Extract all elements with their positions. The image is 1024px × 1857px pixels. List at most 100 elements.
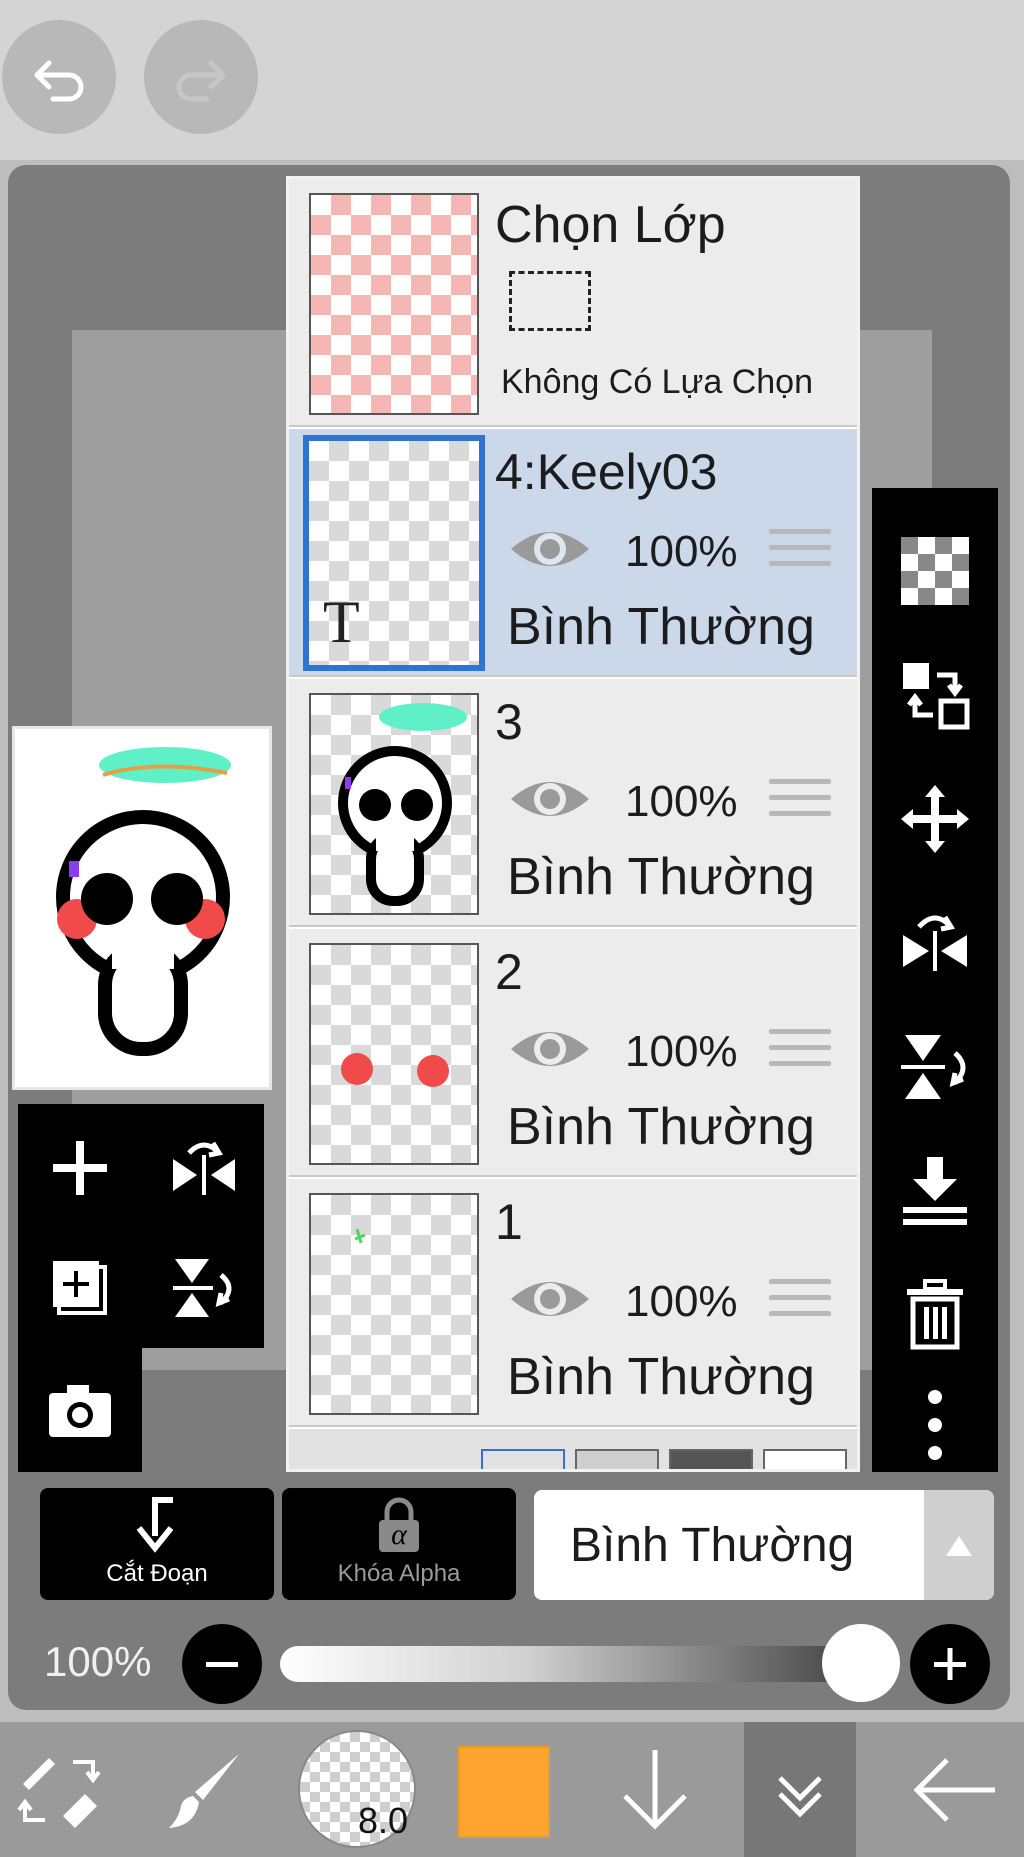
layer-name: 3 <box>495 694 523 750</box>
blend-mode-value: Bình Thường <box>570 1519 855 1572</box>
minus-icon <box>206 1662 238 1667</box>
alpha-lock-button[interactable]: α Khóa Alpha <box>282 1488 516 1600</box>
layers-menu-button[interactable] <box>744 1722 856 1857</box>
footer-tab[interactable] <box>763 1449 847 1469</box>
layer-2-drawing <box>341 1053 449 1087</box>
canvas-preview <box>12 726 272 1090</box>
layer-name: 4:Keely03 <box>495 444 718 500</box>
layer-thumbnail <box>309 1193 479 1415</box>
flip-horizontal-icon <box>903 915 967 971</box>
layer-opacity: 100% <box>625 527 738 576</box>
preview-drawing <box>56 747 231 1056</box>
opacity-label: 100% <box>44 1638 152 1685</box>
merge-down-button[interactable] <box>890 1146 980 1236</box>
footer-tab[interactable] <box>481 1449 565 1469</box>
brush-icon <box>169 1753 239 1828</box>
duplicate-layer-button[interactable] <box>30 1238 130 1338</box>
redo-button[interactable] <box>144 20 258 134</box>
clipping-button[interactable]: Cắt Đoạn <box>40 1488 274 1600</box>
alpha-glyph: α <box>391 1518 407 1551</box>
back-button[interactable] <box>896 1722 1014 1857</box>
layer-panel: Chọn Lớp Không Có Lựa Chọn T 4:Keely03 1… <box>286 176 860 1472</box>
undo-icon <box>34 60 84 102</box>
arrow-left-icon <box>913 1757 995 1822</box>
brush-size-button[interactable]: 8.0 <box>298 1730 416 1848</box>
arrow-down-icon <box>623 1749 687 1830</box>
undo-button[interactable] <box>2 20 116 134</box>
layer-opacity: 100% <box>625 1277 738 1326</box>
brush-eraser-swap-icon <box>17 1757 101 1828</box>
blend-mode-select[interactable]: Bình Thường <box>534 1490 994 1600</box>
layer-3-drawing <box>338 703 467 906</box>
add-layer-button[interactable] <box>30 1118 130 1218</box>
flip-canvas-vertical-button[interactable] <box>154 1238 254 1338</box>
drag-handle-icon[interactable] <box>769 1029 831 1077</box>
plus-icon <box>934 1648 966 1680</box>
selection-status: Không Có Lựa Chọn <box>501 363 813 401</box>
visibility-eye-icon[interactable] <box>507 1021 593 1077</box>
drag-handle-icon[interactable] <box>769 1279 831 1327</box>
layer-down-button[interactable] <box>600 1722 710 1857</box>
brush-tool-button[interactable] <box>150 1722 260 1857</box>
layer-1-drawing <box>354 1228 366 1244</box>
move-button[interactable] <box>890 774 980 864</box>
drag-handle-icon[interactable] <box>769 529 831 577</box>
layer-blend-mode: Bình Thường <box>507 598 815 656</box>
flip-canvas-horizontal-button[interactable] <box>154 1118 254 1218</box>
text-layer-glyph: T <box>323 589 360 655</box>
checkerboard-icon <box>901 537 969 605</box>
swap-layer-button[interactable] <box>890 650 980 740</box>
swap-icon <box>903 663 970 730</box>
flip-vertical-button[interactable] <box>890 1022 980 1112</box>
plus-icon <box>53 1141 107 1195</box>
layer-thumbnail <box>309 693 479 915</box>
layer-blend-mode: Bình Thường <box>507 1348 815 1406</box>
import-photo-button[interactable] <box>30 1360 130 1460</box>
trash-icon <box>907 1279 963 1350</box>
layer-row-1[interactable]: 1 100% Bình Thường <box>289 1179 857 1427</box>
visibility-eye-icon[interactable] <box>507 521 593 577</box>
color-swatch[interactable] <box>458 1746 550 1838</box>
opacity-increase-button[interactable] <box>910 1624 990 1704</box>
merge-down-icon <box>903 1157 967 1225</box>
brush-size-value: 8.0 <box>357 1800 408 1841</box>
top-bar <box>0 0 1024 160</box>
selection-layer-thumbnail <box>309 193 479 415</box>
selection-marquee-icon <box>509 271 591 331</box>
layer-row-2[interactable]: 2 100% Bình Thường <box>289 929 857 1177</box>
clipping-label: Cắt Đoạn <box>106 1560 208 1587</box>
layer-row-4[interactable]: T 4:Keely03 100% Bình Thường <box>289 429 857 677</box>
footer-tab[interactable] <box>575 1449 659 1469</box>
visibility-eye-icon[interactable] <box>507 1271 593 1327</box>
visibility-eye-icon[interactable] <box>507 771 593 827</box>
opacity-slider-track[interactable] <box>280 1646 900 1682</box>
layer-thumbnail <box>309 943 479 1165</box>
brush-eraser-swap-button[interactable] <box>4 1722 114 1857</box>
layer-blend-mode: Bình Thường <box>507 1098 815 1156</box>
flip-horizontal-button[interactable] <box>890 898 980 988</box>
alpha-lock-label: Khóa Alpha <box>337 1560 461 1587</box>
duplicate-layer-icon <box>53 1261 107 1315</box>
layer-name: 2 <box>495 944 523 1000</box>
move-icon <box>901 785 969 853</box>
double-chevron-down-icon <box>778 1775 822 1818</box>
footer-tab[interactable] <box>669 1449 753 1469</box>
redo-icon <box>176 60 226 102</box>
flip-vertical-icon <box>173 1259 232 1317</box>
layer-thumbnail: T <box>303 435 485 671</box>
transparency-button[interactable] <box>890 526 980 616</box>
delete-layer-button[interactable] <box>890 1270 980 1360</box>
camera-icon <box>49 1385 111 1437</box>
opacity-slider-knob[interactable] <box>822 1624 900 1702</box>
flip-horizontal-icon <box>173 1141 235 1195</box>
flip-vertical-icon <box>901 1035 966 1099</box>
layer-row-3[interactable]: 3 100% Bình Thường <box>289 679 857 927</box>
opacity-decrease-button[interactable] <box>182 1624 262 1704</box>
selection-layer-row[interactable]: Chọn Lớp Không Có Lựa Chọn <box>289 179 857 427</box>
panel-footer <box>289 1429 857 1469</box>
drag-handle-icon[interactable] <box>769 779 831 827</box>
more-options-button[interactable] <box>890 1380 980 1470</box>
layer-tools-toolbar <box>872 488 998 1472</box>
layer-opacity: 100% <box>625 777 738 826</box>
dropdown-arrow-icon <box>924 1490 994 1600</box>
